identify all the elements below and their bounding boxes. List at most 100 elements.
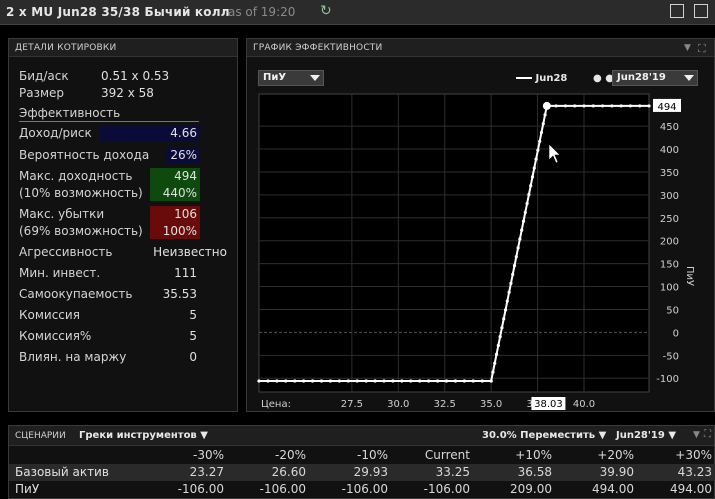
table-cell: -106.00 <box>423 482 470 496</box>
greeks-dropdown[interactable]: Греки инструментов ▼ <box>79 430 208 441</box>
y-tick-label: 200 <box>660 237 679 248</box>
date-dropdown-label: Jun28'19 <box>617 72 666 83</box>
refresh-icon[interactable]: ↻ <box>320 3 332 19</box>
series-point <box>444 379 449 383</box>
table-cell: -106.00 <box>177 482 224 496</box>
series-point <box>493 361 497 365</box>
y-tick-label: -50 <box>663 351 679 362</box>
legend-series: Jun28 <box>516 73 567 84</box>
x-tick-label: 30.0 <box>387 399 409 410</box>
series-point <box>525 201 529 206</box>
date-dropdown[interactable]: Jun28'19 <box>612 70 698 86</box>
commission-value: 5 <box>189 308 197 322</box>
metric-dropdown[interactable]: ПиУ <box>258 70 324 86</box>
table-cell: 23.27 <box>189 465 224 479</box>
y-tick-label: -100 <box>656 374 679 385</box>
breakeven-label: Самоокупаемость <box>19 287 133 301</box>
maximize-icon[interactable] <box>694 4 708 18</box>
series-point <box>536 148 540 152</box>
series-point <box>293 379 297 383</box>
y-tick-label: 150 <box>660 260 679 271</box>
series-point <box>391 379 395 383</box>
y-tick-label: 350 <box>660 168 679 179</box>
aggressiveness-value: Неизвестно <box>153 245 227 259</box>
bid-ask-label: Бид/аск <box>19 69 69 83</box>
col-header: +30% <box>675 448 712 462</box>
panel-expand-icon[interactable]: ⛶ <box>704 429 711 440</box>
series-point <box>328 379 333 383</box>
shift-dropdown[interactable]: 30.0% Переместить ▼ <box>482 430 606 441</box>
series-point <box>573 104 577 108</box>
series-point <box>489 379 493 383</box>
series-point <box>400 379 404 383</box>
series-point <box>530 175 535 179</box>
profit-prob-value: 26% <box>170 148 197 162</box>
series-point <box>257 379 261 383</box>
max-return-value: 494 <box>174 169 197 183</box>
chevron-down-icon: ▼ <box>200 430 208 441</box>
col-header: +10% <box>515 448 552 462</box>
series-point <box>355 379 359 383</box>
series-point <box>532 166 536 170</box>
series-point <box>628 104 633 108</box>
profit-risk-label: Доход/риск <box>19 126 92 140</box>
panel-menu-icon[interactable]: ▼ <box>684 43 691 53</box>
max-return-sub-value: 440% <box>162 186 197 200</box>
max-point-marker <box>542 101 551 110</box>
series-point <box>591 104 595 108</box>
min-invest-value: 111 <box>174 266 197 280</box>
aggressiveness-label: Агрессивность <box>19 245 113 259</box>
series-point <box>512 264 517 268</box>
popout-icon[interactable] <box>670 4 684 18</box>
window-title: 2 x MU Jun28 35/38 Бычий колл <box>6 5 230 19</box>
col-header: +20% <box>597 448 634 462</box>
series-point <box>509 281 513 285</box>
series-point <box>435 379 440 383</box>
max-loss-sub-label: (69% возможность) <box>19 224 143 238</box>
series-point <box>337 379 341 383</box>
performance-graph-header: ГРАФИК ЭФФЕКТИВНОСТИ <box>247 39 714 57</box>
series-point <box>418 379 422 383</box>
y-tick-label: 400 <box>660 145 679 156</box>
table-row[interactable]: Базовый актив 23.27 26.60 29.93 33.25 36… <box>9 464 715 481</box>
y-tick-label: 50 <box>666 305 679 316</box>
y-tick-label: 0 <box>673 328 679 339</box>
x-tick-label: 27.5 <box>341 399 363 410</box>
metric-dropdown-label: ПиУ <box>263 72 287 83</box>
col-header: Current <box>424 448 470 462</box>
series-point <box>319 379 324 383</box>
panel-expand-icon[interactable]: ⛶ <box>698 42 706 56</box>
x-axis-label: Цена: <box>261 399 291 410</box>
row-label: Базовый актив <box>15 465 109 479</box>
plot-area <box>258 93 650 393</box>
table-cell: -106.00 <box>259 482 306 496</box>
performance-graph-panel: ГРАФИК ЭФФЕКТИВНОСТИ ▼ ⛶ ПиУ Jun28 ● ● J… <box>246 38 715 412</box>
profit-risk-value: 4.66 <box>170 126 197 140</box>
table-cell: 33.25 <box>435 465 470 479</box>
series-point <box>494 352 499 356</box>
legend-dots-swatch: ● ● <box>593 73 614 84</box>
col-header: -20% <box>274 448 306 462</box>
quote-details-header: ДЕТАЛИ КОТИРОВКИ <box>9 39 237 57</box>
series-point <box>516 246 520 250</box>
panel-menu-icon[interactable]: ▼ <box>693 430 700 440</box>
max-loss-sub-value: 100% <box>162 224 197 238</box>
table-cell: 209.00 <box>510 482 552 496</box>
series-point <box>310 379 315 383</box>
series-point <box>462 379 466 383</box>
series-point <box>500 326 504 330</box>
table-row[interactable]: ПиУ -106.00 -106.00 -106.00 -106.00 209.… <box>9 481 715 498</box>
series-point <box>346 379 350 383</box>
col-header: -10% <box>356 448 388 462</box>
table-cell: 494.00 <box>670 482 712 496</box>
scenario-date-dropdown-label: Jun28'19 <box>616 430 665 441</box>
series-point <box>507 290 511 294</box>
y-tick-label: 300 <box>660 191 679 202</box>
series-point <box>503 308 508 312</box>
scenario-date-dropdown[interactable]: Jun28'19 ▼ <box>616 430 676 441</box>
series-point <box>382 379 386 383</box>
series-point <box>534 157 538 161</box>
series-point <box>480 379 484 383</box>
pnl-chart[interactable]: 27.530.032.535.037.540.0-100-50050100150… <box>247 86 714 412</box>
window-titlebar: 2 x MU Jun28 35/38 Бычий колл as of 19:2… <box>0 0 715 25</box>
